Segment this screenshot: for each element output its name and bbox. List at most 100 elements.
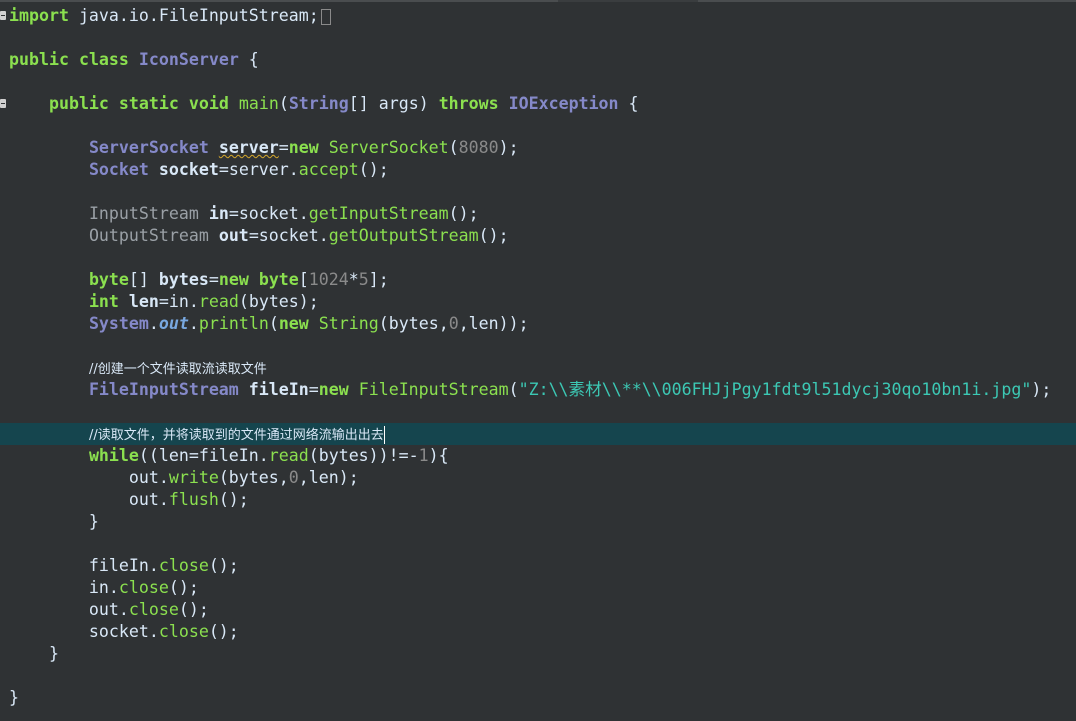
code-line[interactable]: FileInputStream fileIn=new FileInputStre… [0,379,1076,401]
code-token: 0 [288,468,299,487]
code-token: byte [88,270,129,289]
code-line[interactable]: int len=in.read(bytes); [0,291,1076,313]
code-line[interactable]: } [0,687,1076,709]
code-token: out [218,226,249,245]
code-token: new [288,138,319,157]
code-text: public class IconServer { [9,49,259,71]
code-line[interactable] [0,665,1076,687]
code-token: java.io.FileInputStream; [68,6,319,25]
code-token: =socket. [248,226,329,245]
code-text: //读取文件，并将读取到的文件通过网络流输出出去 [9,423,385,447]
code-text: } [9,643,59,665]
code-line[interactable]: out.close(); [0,599,1076,621]
code-token: (); [208,556,239,575]
code-token: (); [208,622,239,641]
code-token: IOException [508,94,619,113]
code-line[interactable]: while((len=fileIn.read(bytes))!=-1){ [0,445,1076,467]
code-line[interactable] [0,27,1076,49]
code-token: = [208,270,219,289]
code-token: close [158,556,209,575]
code-text: while((len=fileIn.read(bytes))!=-1){ [9,445,449,467]
fold-toggle-icon[interactable] [0,99,6,108]
code-token: accept [298,160,359,179]
code-line[interactable] [0,533,1076,555]
code-line[interactable]: //创建一个文件读取流读取文件 [0,357,1076,379]
code-line[interactable]: byte[] bytes=new byte[1024*5]; [0,269,1076,291]
code-token: ( [508,380,519,399]
code-token: (bytes); [238,292,319,311]
code-token: socket [158,160,219,179]
code-line[interactable]: out.write(bytes,0,len); [0,467,1076,489]
code-line[interactable]: Socket socket=server.accept(); [0,159,1076,181]
code-line[interactable]: OutputStream out=socket.getOutputStream(… [0,225,1076,247]
code-line[interactable] [0,181,1076,203]
code-line[interactable] [0,401,1076,423]
code-token: String [318,314,379,333]
code-text: public static void main(String[] args) t… [9,93,639,115]
code-token: close [128,600,179,619]
code-line[interactable]: public class IconServer { [0,49,1076,71]
code-line[interactable]: System.out.println(new String(bytes,0,le… [0,313,1076,335]
code-token: flush [168,490,219,509]
code-text: fileIn.close(); [9,555,239,577]
code-token: (); [358,160,389,179]
code-token: 8080 [458,138,499,157]
code-token: = [308,380,319,399]
code-line[interactable]: import java.io.FileInputStream; [0,5,1076,27]
code-token: ,len); [298,468,359,487]
code-token: byte [258,270,299,289]
code-token: read [198,292,239,311]
code-token: FileInputStream [88,380,239,399]
code-token: { [238,50,259,69]
code-line[interactable]: } [0,511,1076,533]
fold-toggle-icon[interactable] [0,11,6,20]
code-text: byte[] bytes=new byte[1024*5]; [9,269,389,291]
code-token: new [218,270,249,289]
code-token: 0 [448,314,459,333]
code-line[interactable]: in.close(); [0,577,1076,599]
collapsed-imports-icon[interactable] [320,8,331,25]
code-token: public [48,94,109,113]
code-token: public [9,50,69,69]
code-line[interactable]: public static void main(String[] args) t… [0,93,1076,115]
code-line[interactable] [0,335,1076,357]
code-line[interactable] [0,115,1076,137]
code-editor[interactable]: import java.io.FileInputStream; public cl… [0,0,1076,721]
code-line[interactable]: InputStream in=socket.getInputStream(); [0,203,1076,225]
code-token: "Z:\\素材\\**\\006FHJjPgy1fdt9l51dycj30qo1… [518,380,1032,399]
code-token: int [88,292,119,311]
code-token: 1 [418,446,429,465]
code-token: =in. [158,292,199,311]
code-text: socket.close(); [9,621,239,643]
code-line[interactable]: fileIn.close(); [0,555,1076,577]
code-line[interactable]: socket.close(); [0,621,1076,643]
code-token: ){ [428,446,449,465]
code-token: =server. [218,160,299,179]
code-line[interactable]: //读取文件，并将读取到的文件通过网络流输出出去 [0,423,1076,445]
code-token: new [318,380,349,399]
code-token: (); [178,600,209,619]
code-token: [] [128,270,159,289]
code-token: . [148,314,159,333]
code-line[interactable]: ServerSocket server=new ServerSocket(808… [0,137,1076,159]
code-line[interactable]: out.flush(); [0,489,1076,511]
code-line[interactable] [0,71,1076,93]
code-token: { [618,94,639,113]
code-line[interactable] [0,247,1076,269]
code-text: } [9,511,99,533]
code-text: out.close(); [9,599,209,621]
code-token: String [288,94,349,113]
code-line[interactable]: } [0,643,1076,665]
